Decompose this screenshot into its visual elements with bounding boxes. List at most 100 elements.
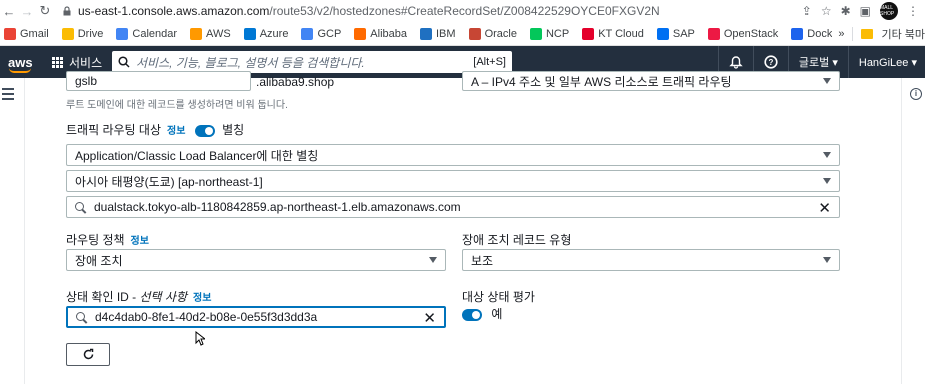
reload-icon[interactable]: ↻ <box>36 3 54 19</box>
bookmark-drive[interactable]: Drive <box>61 27 104 40</box>
url-path: /route53/v2/hostedzones#CreateRecordSet/… <box>269 4 660 18</box>
bookmark-label: Calendar <box>132 27 178 40</box>
bookmark-favicon-icon <box>468 27 481 40</box>
traffic-target-label: 트래픽 라우팅 대상 정보 별칭 <box>66 123 245 137</box>
sidepanel-icon[interactable]: ▣ <box>860 4 871 18</box>
health-check-label: 상태 확인 ID - 선택 사항 정보 <box>66 290 212 304</box>
chevron-down-icon <box>823 78 831 84</box>
bookmark-label: SAP <box>672 27 695 40</box>
url-host: us-east-1.console.aws.amazon.com <box>78 4 270 18</box>
forward-icon[interactable]: → <box>18 4 36 19</box>
lock-icon <box>63 6 71 16</box>
aws-logo[interactable]: aws <box>8 55 38 73</box>
bookmark-gmail[interactable]: Gmail <box>4 27 49 40</box>
evaluate-health-row: 예 <box>462 305 502 322</box>
chevron-down-icon <box>823 152 831 158</box>
bookmark-favicon-icon <box>190 27 203 40</box>
info-link[interactable]: 정보 <box>131 236 149 247</box>
info-link[interactable]: 정보 <box>193 293 211 304</box>
record-type-select[interactable]: A – IPv4 주소 및 일부 AWS 리소스로 트래픽 라우팅 <box>462 71 840 91</box>
bookmark-favicon-icon <box>791 27 804 40</box>
record-name-input[interactable]: gslb <box>66 71 251 91</box>
refresh-button[interactable] <box>66 343 110 366</box>
services-label: 서비스 <box>69 55 103 70</box>
bookmark-openstack[interactable]: OpenStack <box>707 27 779 40</box>
browser-toolbar: ← → ↻ us-east-1.console.aws.amazon.com/r… <box>0 0 925 22</box>
bookmark-favicon-icon <box>4 27 16 40</box>
bookmark-star-icon[interactable]: ☆ <box>821 4 832 18</box>
chevron-down-icon <box>823 178 831 184</box>
bookmark-ncp[interactable]: NCP <box>529 27 570 40</box>
more-bookmarks-icon[interactable]: » <box>838 28 844 40</box>
endpoint-select[interactable]: Application/Classic Load Balancer에 대한 별칭 <box>66 144 840 166</box>
profile-avatar[interactable]: MALL SHOP <box>880 2 898 20</box>
back-icon[interactable]: ← <box>0 4 18 19</box>
region-selector[interactable]: 글로벌 ▾ <box>799 54 838 70</box>
search-icon <box>118 56 130 68</box>
bookmark-calendar[interactable]: Calendar <box>116 27 178 40</box>
refresh-icon <box>83 348 93 360</box>
bookmark-gcp[interactable]: GCP <box>301 27 342 40</box>
bookmark-favicon-icon <box>420 27 432 40</box>
bookmark-favicon-icon <box>656 27 669 40</box>
other-bookmarks[interactable]: 기타 북마 <box>881 26 925 42</box>
bookmark-sap[interactable]: SAP <box>656 27 695 40</box>
chevron-down-icon <box>823 257 831 263</box>
bookmark-favicon-icon <box>116 27 129 40</box>
bookmark-label: OpenStack <box>723 27 779 40</box>
load-balancer-input[interactable]: dualstack.tokyo-alb-1180842859.ap-northe… <box>66 196 840 218</box>
services-grid-icon <box>52 56 63 68</box>
search-icon <box>76 311 87 323</box>
bookmarks-overflow[interactable]: » 기타 북마 <box>832 22 925 45</box>
clear-icon[interactable]: ✕ <box>818 199 831 217</box>
alias-label: 별칭 <box>222 123 245 137</box>
help-icon[interactable]: ? <box>764 55 778 69</box>
address-bar[interactable]: us-east-1.console.aws.amazon.com/route53… <box>62 4 660 18</box>
bookmark-label: GCP <box>317 27 342 40</box>
search-icon <box>75 201 86 213</box>
clear-icon[interactable]: ✕ <box>423 309 436 327</box>
menu-icon[interactable]: ⋮ <box>907 4 919 18</box>
svg-text:?: ? <box>768 58 773 67</box>
folder-icon <box>861 29 874 39</box>
share-icon[interactable]: ⇪ <box>802 4 812 18</box>
alias-toggle[interactable] <box>194 124 215 137</box>
evaluate-health-toggle[interactable] <box>462 308 482 321</box>
bookmark-label: NCP <box>545 27 570 40</box>
optional-label: 선택 사항 <box>139 290 188 304</box>
hamburger-menu-icon[interactable] <box>2 88 14 103</box>
bell-icon[interactable] <box>729 55 743 69</box>
user-menu[interactable]: HanGiLee ▾ <box>859 56 917 69</box>
services-menu[interactable]: 서비스 <box>52 54 102 71</box>
bookmark-favicon-icon <box>243 27 256 40</box>
bookmark-alibaba[interactable]: Alibaba <box>354 27 407 40</box>
bookmark-favicon-icon <box>301 27 314 40</box>
evaluate-health-label: 대상 상태 평가 <box>462 290 535 304</box>
domain-suffix: .alibaba9.shop <box>256 75 335 89</box>
console-search-input[interactable]: 서비스, 기능, 블로그, 설명서 등을 검색합니다. [Alt+S] <box>112 51 512 73</box>
bookmark-label: AWS <box>206 27 231 40</box>
info-link[interactable]: 정보 <box>167 126 185 137</box>
mouse-cursor-icon <box>195 331 205 346</box>
bookmark-label: Gmail <box>20 27 49 40</box>
bookmark-label: Drive <box>77 27 104 40</box>
extensions-icon[interactable]: ✱ <box>841 4 851 18</box>
bookmark-favicon-icon <box>529 27 542 40</box>
region-select[interactable]: 아시아 태평양(도쿄) [ap-northeast-1] <box>66 170 840 192</box>
bookmark-favicon-icon <box>61 27 74 40</box>
bookmark-azure[interactable]: Azure <box>243 27 289 40</box>
routing-policy-select[interactable]: 장애 조치 <box>66 249 446 271</box>
health-check-input[interactable]: d4c4dab0-8fe1-40d2-b08e-0e55f3d3dd3a ✕ <box>66 306 446 328</box>
bookmark-label: Azure <box>259 27 289 40</box>
failover-type-select[interactable]: 보조 <box>462 249 840 271</box>
info-panel-icon[interactable]: i <box>910 88 922 100</box>
bookmark-favicon-icon <box>354 27 367 40</box>
bookmark-kt-cloud[interactable]: KT Cloud <box>582 27 644 40</box>
bookmark-oracle[interactable]: Oracle <box>468 27 517 40</box>
root-domain-hint: 루트 도메인에 대한 레코드를 생성하려면 비워 둡니다. <box>66 100 288 111</box>
bookmark-aws[interactable]: AWS <box>190 27 231 40</box>
evaluate-health-value: 예 <box>491 307 503 321</box>
bookmark-ibm[interactable]: IBM <box>420 27 456 40</box>
search-placeholder: 서비스, 기능, 블로그, 설명서 등을 검색합니다. <box>136 55 365 70</box>
search-shortcut: [Alt+S] <box>473 56 506 68</box>
